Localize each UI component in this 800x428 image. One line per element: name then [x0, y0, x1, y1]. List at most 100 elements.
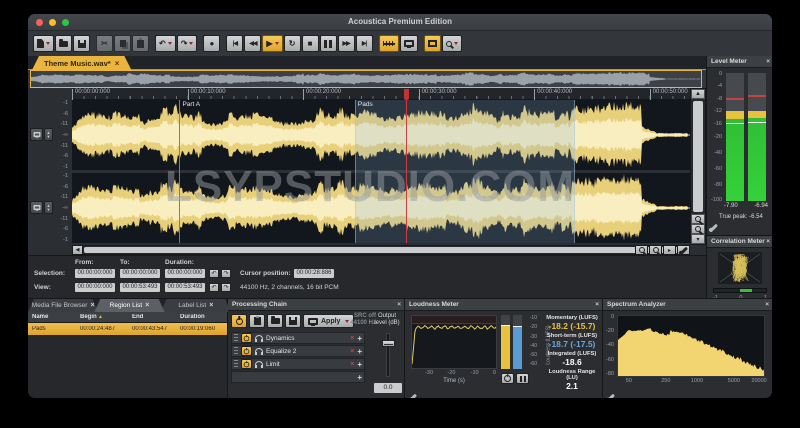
- tab-close-icon[interactable]: ×: [90, 302, 94, 309]
- column-header-begin[interactable]: Begin ▲: [76, 314, 128, 320]
- zoom-tool-button[interactable]: [442, 35, 462, 52]
- browser-tab-media-file-browser[interactable]: Media File Browser×: [28, 299, 98, 312]
- copy-button[interactable]: [114, 35, 131, 52]
- view-redo-button[interactable]: ↷: [221, 283, 231, 292]
- chain-open-button[interactable]: [267, 314, 283, 328]
- scroll-up-button[interactable]: ▲: [691, 89, 705, 99]
- fast-forward-button[interactable]: ▶▶: [338, 35, 355, 52]
- follow-playback-button[interactable]: ▸: [663, 245, 676, 255]
- fader-handle[interactable]: [382, 340, 395, 347]
- loop-playback-button[interactable]: ↻: [284, 35, 301, 52]
- browser-tab-label-list[interactable]: Label List×: [161, 299, 231, 312]
- selection-to-field[interactable]: 00:00:00:000: [120, 269, 160, 278]
- stop-button[interactable]: ■: [302, 35, 319, 52]
- chain-item-dynamics[interactable]: Dynamics×+: [231, 332, 365, 344]
- editor-settings-button[interactable]: [677, 245, 690, 255]
- add-plugin-icon[interactable]: +: [357, 347, 362, 356]
- cut-button[interactable]: ✂: [96, 35, 113, 52]
- scrub-playback-button[interactable]: [379, 35, 399, 52]
- play-button[interactable]: ▶: [262, 35, 282, 52]
- headphones-icon[interactable]: [255, 361, 263, 367]
- tab-close-icon[interactable]: ×: [145, 302, 149, 309]
- channel-monitor-button[interactable]: [30, 201, 43, 214]
- table-row[interactable]: Pads00:00:24:48700:00:43:54700:00:19:060: [28, 323, 227, 335]
- view-from-field[interactable]: 00:00:00:000: [75, 283, 115, 292]
- vertical-zoom-in-button[interactable]: [691, 214, 705, 224]
- hscroll-thumb[interactable]: [84, 247, 684, 253]
- pause-button[interactable]: [320, 35, 337, 52]
- tab-close-icon[interactable]: ×: [209, 302, 213, 309]
- loudness-pause-button[interactable]: [516, 373, 529, 384]
- save-file-button[interactable]: [73, 35, 90, 52]
- add-plugin-icon[interactable]: +: [357, 334, 362, 343]
- channel-zoom-spinner[interactable]: ▲▼: [44, 128, 53, 141]
- column-header-name[interactable]: Name: [28, 314, 76, 320]
- vertical-zoom-out-button[interactable]: [691, 224, 705, 234]
- chain-item-equalize-2[interactable]: Equalize 2×+: [231, 345, 365, 357]
- remove-plugin-icon[interactable]: ×: [350, 361, 354, 368]
- chain-power-button[interactable]: [231, 314, 247, 328]
- close-panel-icon[interactable]: ×: [397, 299, 401, 311]
- drag-handle-icon[interactable]: [234, 334, 238, 343]
- redo-button[interactable]: ↷: [177, 35, 198, 52]
- loudness-settings-button[interactable]: [409, 385, 417, 398]
- playhead-handle[interactable]: [404, 89, 409, 100]
- channel-monitor-button[interactable]: [30, 128, 43, 141]
- go-to-start-button[interactable]: |◀: [226, 35, 243, 52]
- waveform-area[interactable]: 00:00:00:00000:00:10:00000:00:20:00000:0…: [72, 88, 690, 255]
- close-panel-icon[interactable]: ×: [766, 56, 770, 68]
- remove-plugin-icon[interactable]: ×: [350, 348, 354, 355]
- hscroll-track[interactable]: [83, 246, 689, 254]
- document-tab[interactable]: Theme Music.wav* ×: [32, 56, 131, 70]
- tab-close-icon[interactable]: ×: [115, 59, 120, 68]
- level-meter-settings-button[interactable]: [710, 215, 718, 233]
- headphones-icon[interactable]: [255, 348, 263, 354]
- record-button[interactable]: ●: [203, 35, 220, 52]
- open-file-button[interactable]: [55, 35, 72, 52]
- chain-save-button[interactable]: [285, 314, 301, 328]
- chain-clipboard-button[interactable]: [249, 314, 265, 328]
- remove-plugin-icon[interactable]: ×: [350, 335, 354, 342]
- view-duration-field[interactable]: 00:00:53:493: [165, 283, 205, 292]
- output-level-value[interactable]: 0.0: [374, 383, 402, 393]
- go-to-end-button[interactable]: ▶|: [356, 35, 373, 52]
- zoom-in-button[interactable]: [635, 245, 648, 255]
- timeline-ruler[interactable]: 00:00:00:00000:00:10:00000:00:20:00000:0…: [72, 88, 690, 100]
- column-header-duration[interactable]: Duration: [176, 314, 220, 320]
- add-plugin-icon[interactable]: +: [357, 373, 362, 382]
- cursor-position-field[interactable]: 00:00:28:886: [294, 269, 334, 278]
- horizontal-scrollbar[interactable]: ◀: [72, 245, 690, 255]
- spectrum-settings-button[interactable]: [607, 385, 615, 398]
- vscroll-track[interactable]: [691, 99, 705, 214]
- paste-button[interactable]: [132, 35, 149, 52]
- new-file-button[interactable]: [33, 35, 54, 52]
- drag-handle-icon[interactable]: [234, 347, 238, 356]
- selection-duration-field[interactable]: 00:00:00:000: [165, 269, 205, 278]
- chain-add-row[interactable]: +: [231, 371, 365, 383]
- overview-waveform[interactable]: [30, 70, 702, 88]
- selection-undo-button[interactable]: ↶: [209, 269, 219, 278]
- monitor-input-button[interactable]: [400, 35, 418, 52]
- headphones-icon[interactable]: [255, 335, 263, 341]
- channel-zoom-spinner[interactable]: ▲▼: [44, 201, 53, 214]
- scroll-left-button[interactable]: ◀: [73, 246, 83, 254]
- plugin-power-button[interactable]: [241, 346, 252, 356]
- rewind-button[interactable]: ◀◀: [244, 35, 261, 52]
- plugin-power-button[interactable]: [241, 333, 252, 343]
- vscroll-thumb[interactable]: [693, 101, 703, 212]
- output-level-fader[interactable]: [386, 333, 390, 377]
- selection-from-field[interactable]: 00:00:00:000: [75, 269, 115, 278]
- add-plugin-icon[interactable]: +: [357, 360, 362, 369]
- drag-handle-icon[interactable]: [234, 360, 238, 369]
- vertical-zoom-menu-button[interactable]: ▾: [691, 234, 705, 244]
- plugin-power-button[interactable]: [241, 359, 252, 369]
- browser-tab-region-list[interactable]: Region List×: [94, 299, 164, 312]
- loop-selection-button[interactable]: [424, 35, 441, 52]
- close-panel-icon[interactable]: ×: [766, 236, 770, 248]
- view-to-field[interactable]: 00:00:53:493: [120, 283, 160, 292]
- column-header-end[interactable]: End: [128, 314, 176, 320]
- loudness-reset-button[interactable]: [501, 373, 514, 384]
- selection-redo-button[interactable]: ↷: [221, 269, 231, 278]
- chain-item-limit[interactable]: Limit×+: [231, 358, 365, 370]
- close-panel-icon[interactable]: ×: [595, 299, 599, 311]
